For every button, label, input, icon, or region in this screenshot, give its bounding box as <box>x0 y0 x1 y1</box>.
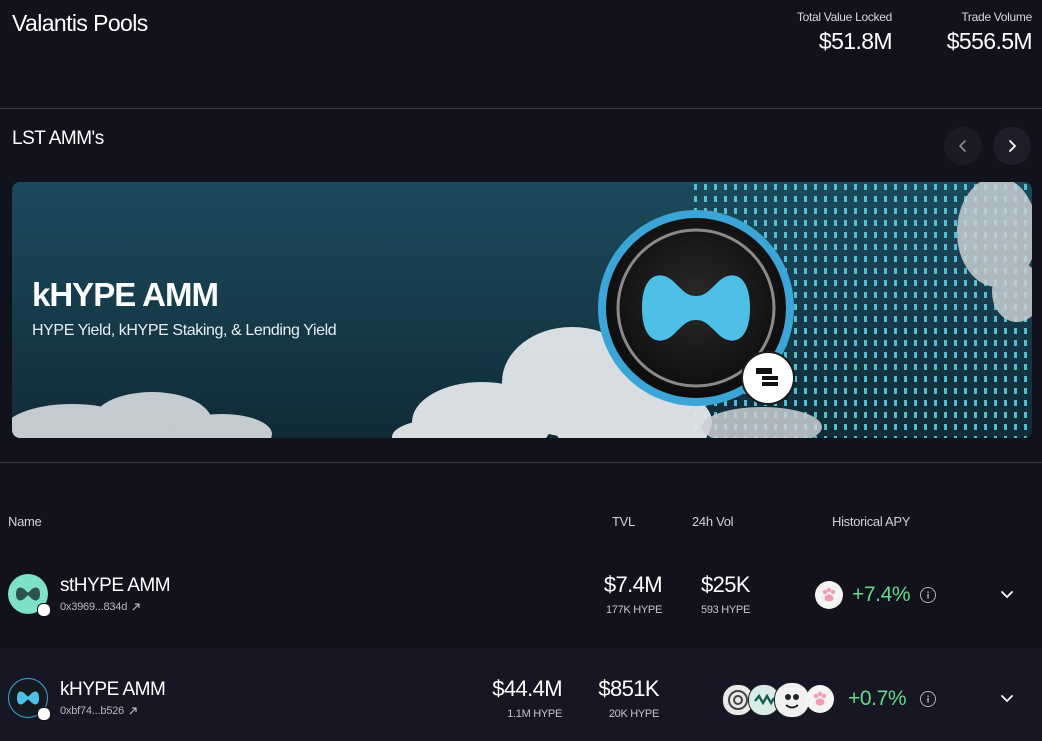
carousel-next-button[interactable] <box>993 127 1031 165</box>
section-divider <box>0 462 1042 463</box>
banner-subtitle: HYPE Yield, kHYPE Staking, & Lending Yie… <box>32 322 337 339</box>
section-title: LST AMM's <box>12 128 104 149</box>
paw-reward-icon <box>815 581 843 609</box>
trade-volume-label: Trade Volume <box>961 10 1032 24</box>
chevron-down-icon <box>1001 695 1013 703</box>
protocol-badge-icon <box>37 707 51 721</box>
tvl-stat-value: $51.8M <box>818 28 893 54</box>
apy-value: +7.4% <box>852 583 911 606</box>
volume-hype: 593 HYPE <box>701 604 750 616</box>
pool-address-link[interactable]: 0x3969...834d <box>60 601 140 613</box>
chevron-down-icon <box>1001 591 1013 599</box>
carousel-prev-button[interactable] <box>944 127 982 165</box>
protocol-badge-icon <box>37 603 51 617</box>
table-row[interactable]: kHYPE AMM 0xbf74...b526 $44.4M 1.1M HYPE… <box>0 664 1042 741</box>
tvl-stat-label: Total Value Locked <box>796 10 892 24</box>
paw-reward-icon <box>806 685 834 713</box>
pool-name: kHYPE AMM <box>60 679 166 700</box>
pool-address-link[interactable]: 0xbf74...b526 <box>60 705 137 717</box>
tvl-stat: Total Value Locked $51.8M <box>796 10 893 55</box>
volume-value: $851K <box>598 676 659 701</box>
info-icon[interactable] <box>920 691 936 707</box>
info-icon[interactable] <box>920 587 936 603</box>
tvl-value: $7.4M <box>603 572 663 597</box>
banner-title: kHYPE AMM <box>32 276 219 313</box>
trade-volume-value: $556.5M <box>946 28 1033 54</box>
external-link-icon <box>129 707 137 715</box>
sthype-avatar-icon <box>8 574 51 617</box>
volume-value: $25K <box>701 572 751 597</box>
page-title: Valantis Pools <box>12 10 148 36</box>
khype-avatar-icon <box>8 678 51 721</box>
expand-row-button[interactable] <box>999 691 1015 712</box>
mascot-reward-icon <box>774 682 810 718</box>
chevron-right-icon <box>1009 140 1017 152</box>
column-header-name: Name <box>8 514 42 529</box>
trade-volume-stat: Trade Volume $556.5M <box>946 10 1033 55</box>
tvl-value: $44.4M <box>492 676 562 701</box>
column-header-tvl: TVL <box>612 514 635 529</box>
pool-address: 0xbf74...b526 <box>60 705 125 717</box>
chevron-left-icon <box>958 140 966 152</box>
pool-address: 0x3969...834d <box>60 601 128 613</box>
table-row[interactable]: stHYPE AMM 0x3969...834d $7.4M 177K HYPE… <box>0 560 1042 640</box>
featured-pool-banner[interactable]: kHYPE AMM HYPE Yield, kHYPE Staking, & L… <box>12 182 1032 438</box>
pool-name: stHYPE AMM <box>60 575 171 596</box>
tvl-hype: 1.1M HYPE <box>507 708 562 720</box>
header-divider <box>0 108 1042 109</box>
external-link-icon <box>132 603 140 611</box>
column-header-historical-apy: Historical APY <box>832 514 911 529</box>
column-header-24h-vol: 24h Vol <box>692 514 734 529</box>
apy-value: +0.7% <box>848 687 907 710</box>
volume-hype: 20K HYPE <box>608 708 659 720</box>
expand-row-button[interactable] <box>999 587 1015 608</box>
tvl-hype: 177K HYPE <box>605 604 662 616</box>
